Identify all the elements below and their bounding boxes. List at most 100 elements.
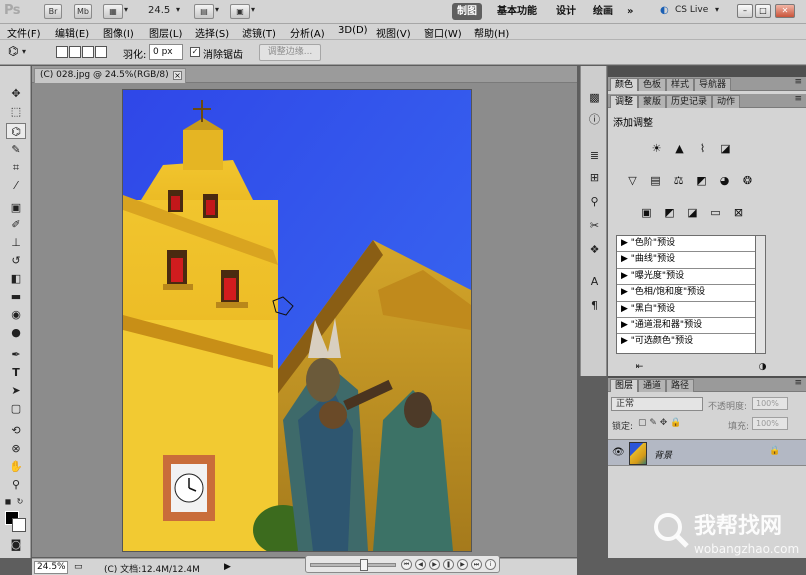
pen-tool-icon[interactable]: ✒ [6,347,26,363]
polygonal-lasso-icon[interactable]: ⌬ [8,44,18,58]
minimize-button[interactable]: – [737,4,753,18]
3d-rotate-tool-icon[interactable]: ⟲ [6,423,26,439]
arrange-documents-button[interactable]: ▤ [194,4,214,19]
path-selection-tool-icon[interactable]: ➤ [6,383,26,399]
chevron-down-icon[interactable]: ▾ [124,5,128,14]
menu-select[interactable]: 选择(S) [195,25,229,40]
threshold-icon[interactable]: ◪ [684,205,701,220]
invert-icon[interactable]: ▣ [638,205,655,220]
brush-presets-icon[interactable]: ⊞ [586,170,603,185]
chevron-down-icon[interactable]: ▾ [22,47,26,56]
eraser-tool-icon[interactable]: ◧ [6,271,26,287]
panel-menu-icon[interactable]: ≡ [794,94,802,104]
feather-input[interactable]: 0 px [149,44,183,60]
cs-live-icon[interactable]: ◐ [660,5,669,16]
tab-layers[interactable]: 图层 [610,379,639,392]
brush-tool-icon[interactable]: ✐ [6,217,26,233]
list-item[interactable]: ▶ "色阶"预设 [617,236,761,253]
document-icon[interactable]: ▭ [74,562,83,572]
mini-bridge-button[interactable]: Mb [74,4,92,19]
menu-layer[interactable]: 图层(L) [149,25,182,40]
tab-styles[interactable]: 样式 [666,78,695,91]
menu-analysis[interactable]: 分析(A) [290,25,325,40]
antialias-checkbox[interactable]: ✓ [190,47,200,57]
exposure-icon[interactable]: ◪ [717,141,734,156]
layer-row-background[interactable]: 👁 背景 🔒 [608,439,806,466]
marquee-tool-icon[interactable]: ⬚ [6,104,26,120]
swap-colors-icon[interactable]: ↻ [14,494,26,510]
tab-adjustments[interactable]: 调整 [610,95,639,108]
tab-actions[interactable]: 动作 [712,95,741,108]
view-extras-button[interactable]: ▦ [103,4,123,19]
panel-menu-icon[interactable]: ≡ [794,77,802,87]
chevron-down-icon[interactable]: ▾ [215,5,219,14]
info-icon[interactable]: i [485,559,496,570]
spot-healing-tool-icon[interactable]: ▣ [6,200,26,216]
menu-3d[interactable]: 3D(D) [338,25,368,36]
close-icon[interactable]: × [173,71,182,80]
photo-filter-icon[interactable]: ◕ [716,173,733,188]
canvas-area[interactable] [32,83,577,557]
layer-mask-icon[interactable]: ◑ [754,360,771,375]
type-tool-icon[interactable]: T [6,365,26,381]
gradient-tool-icon[interactable]: ▬ [6,289,26,305]
list-item[interactable]: ▶ "曝光度"预设 [617,269,761,286]
pause-icon[interactable]: ❚ [443,559,454,570]
bridge-button[interactable]: Br [44,4,62,19]
channel-mixer-icon[interactable]: ❂ [739,173,756,188]
brightness-contrast-icon[interactable]: ☀ [648,141,665,156]
history-brush-tool-icon[interactable]: ↺ [6,253,26,269]
workspace-essentials-painting[interactable]: 制图 [452,3,482,20]
quick-mask-icon[interactable]: ◙ [6,537,26,553]
tool-presets-icon[interactable]: ✂ [586,218,603,233]
first-frame-icon[interactable]: ⏮ [401,559,412,570]
new-selection-icon[interactable] [56,46,68,58]
panel-menu-icon[interactable]: ≡ [794,378,802,388]
zoom-tool-icon[interactable]: ⚲ [6,477,26,493]
menu-window[interactable]: 窗口(W) [424,25,462,40]
lock-icons[interactable]: ▢ ✎ ✥ 🔒 [638,418,681,428]
restore-button[interactable]: □ [755,4,771,18]
hue-saturation-icon[interactable]: ▤ [647,173,664,188]
blur-tool-icon[interactable]: ◉ [6,307,26,323]
hand-tool-icon[interactable]: ✋ [6,459,26,475]
black-white-icon[interactable]: ◩ [693,173,710,188]
clone-source-icon[interactable]: ⚲ [586,194,603,209]
chevron-down-icon[interactable]: ▾ [176,5,180,14]
intersect-selection-icon[interactable] [95,46,107,58]
zoom-field[interactable]: 24.5% [34,561,68,574]
tab-navigator[interactable]: 导航器 [694,78,732,91]
tab-masks[interactable]: 蒙版 [638,95,667,108]
fill-field[interactable]: 100% [752,417,788,430]
tab-color[interactable]: 颜色 [610,78,639,91]
eye-icon[interactable]: 👁 [612,447,625,458]
quick-selection-tool-icon[interactable]: ✎ [6,142,26,158]
3d-orbit-tool-icon[interactable]: ⊗ [6,441,26,457]
presets-scrollbar[interactable] [755,235,766,354]
play-icon[interactable]: ▶ [429,559,440,570]
add-to-selection-icon[interactable] [69,46,81,58]
subtract-from-selection-icon[interactable] [82,46,94,58]
workspace-painting[interactable]: 绘画 [588,3,618,20]
color-balance-icon[interactable]: ⚖ [670,173,687,188]
document-tab[interactable]: (C) 028.jpg @ 24.5%(RGB/8) × [34,68,186,83]
list-item[interactable]: ▶ "黑白"预设 [617,302,761,318]
info-panel-icon[interactable]: ⓘ [586,112,603,127]
workspace-basic[interactable]: 基本功能 [492,3,542,20]
character-icon[interactable]: A [586,274,603,289]
menu-filter[interactable]: 滤镜(T) [242,25,276,40]
brushes-icon[interactable]: ≣ [586,148,603,163]
playback-slider-track[interactable] [310,563,396,567]
list-item[interactable]: ▶ "可选颜色"预设 [617,334,761,350]
refine-edge-button[interactable]: 调整边缘... [259,44,321,61]
list-item[interactable]: ▶ "曲线"预设 [617,252,761,269]
menu-file[interactable]: 文件(F) [7,25,41,40]
default-colors-icon[interactable]: ◼ [3,494,13,510]
menu-view[interactable]: 视图(V) [376,25,411,40]
clone-stamp-tool-icon[interactable]: ⊥ [6,235,26,251]
dodge-tool-icon[interactable]: ● [6,325,26,341]
chevron-down-icon[interactable]: ▾ [715,5,719,14]
close-button[interactable]: ✕ [775,4,795,18]
list-item[interactable]: ▶ "色相/饱和度"预设 [617,285,761,302]
return-icon[interactable]: ⇤ [631,360,648,375]
